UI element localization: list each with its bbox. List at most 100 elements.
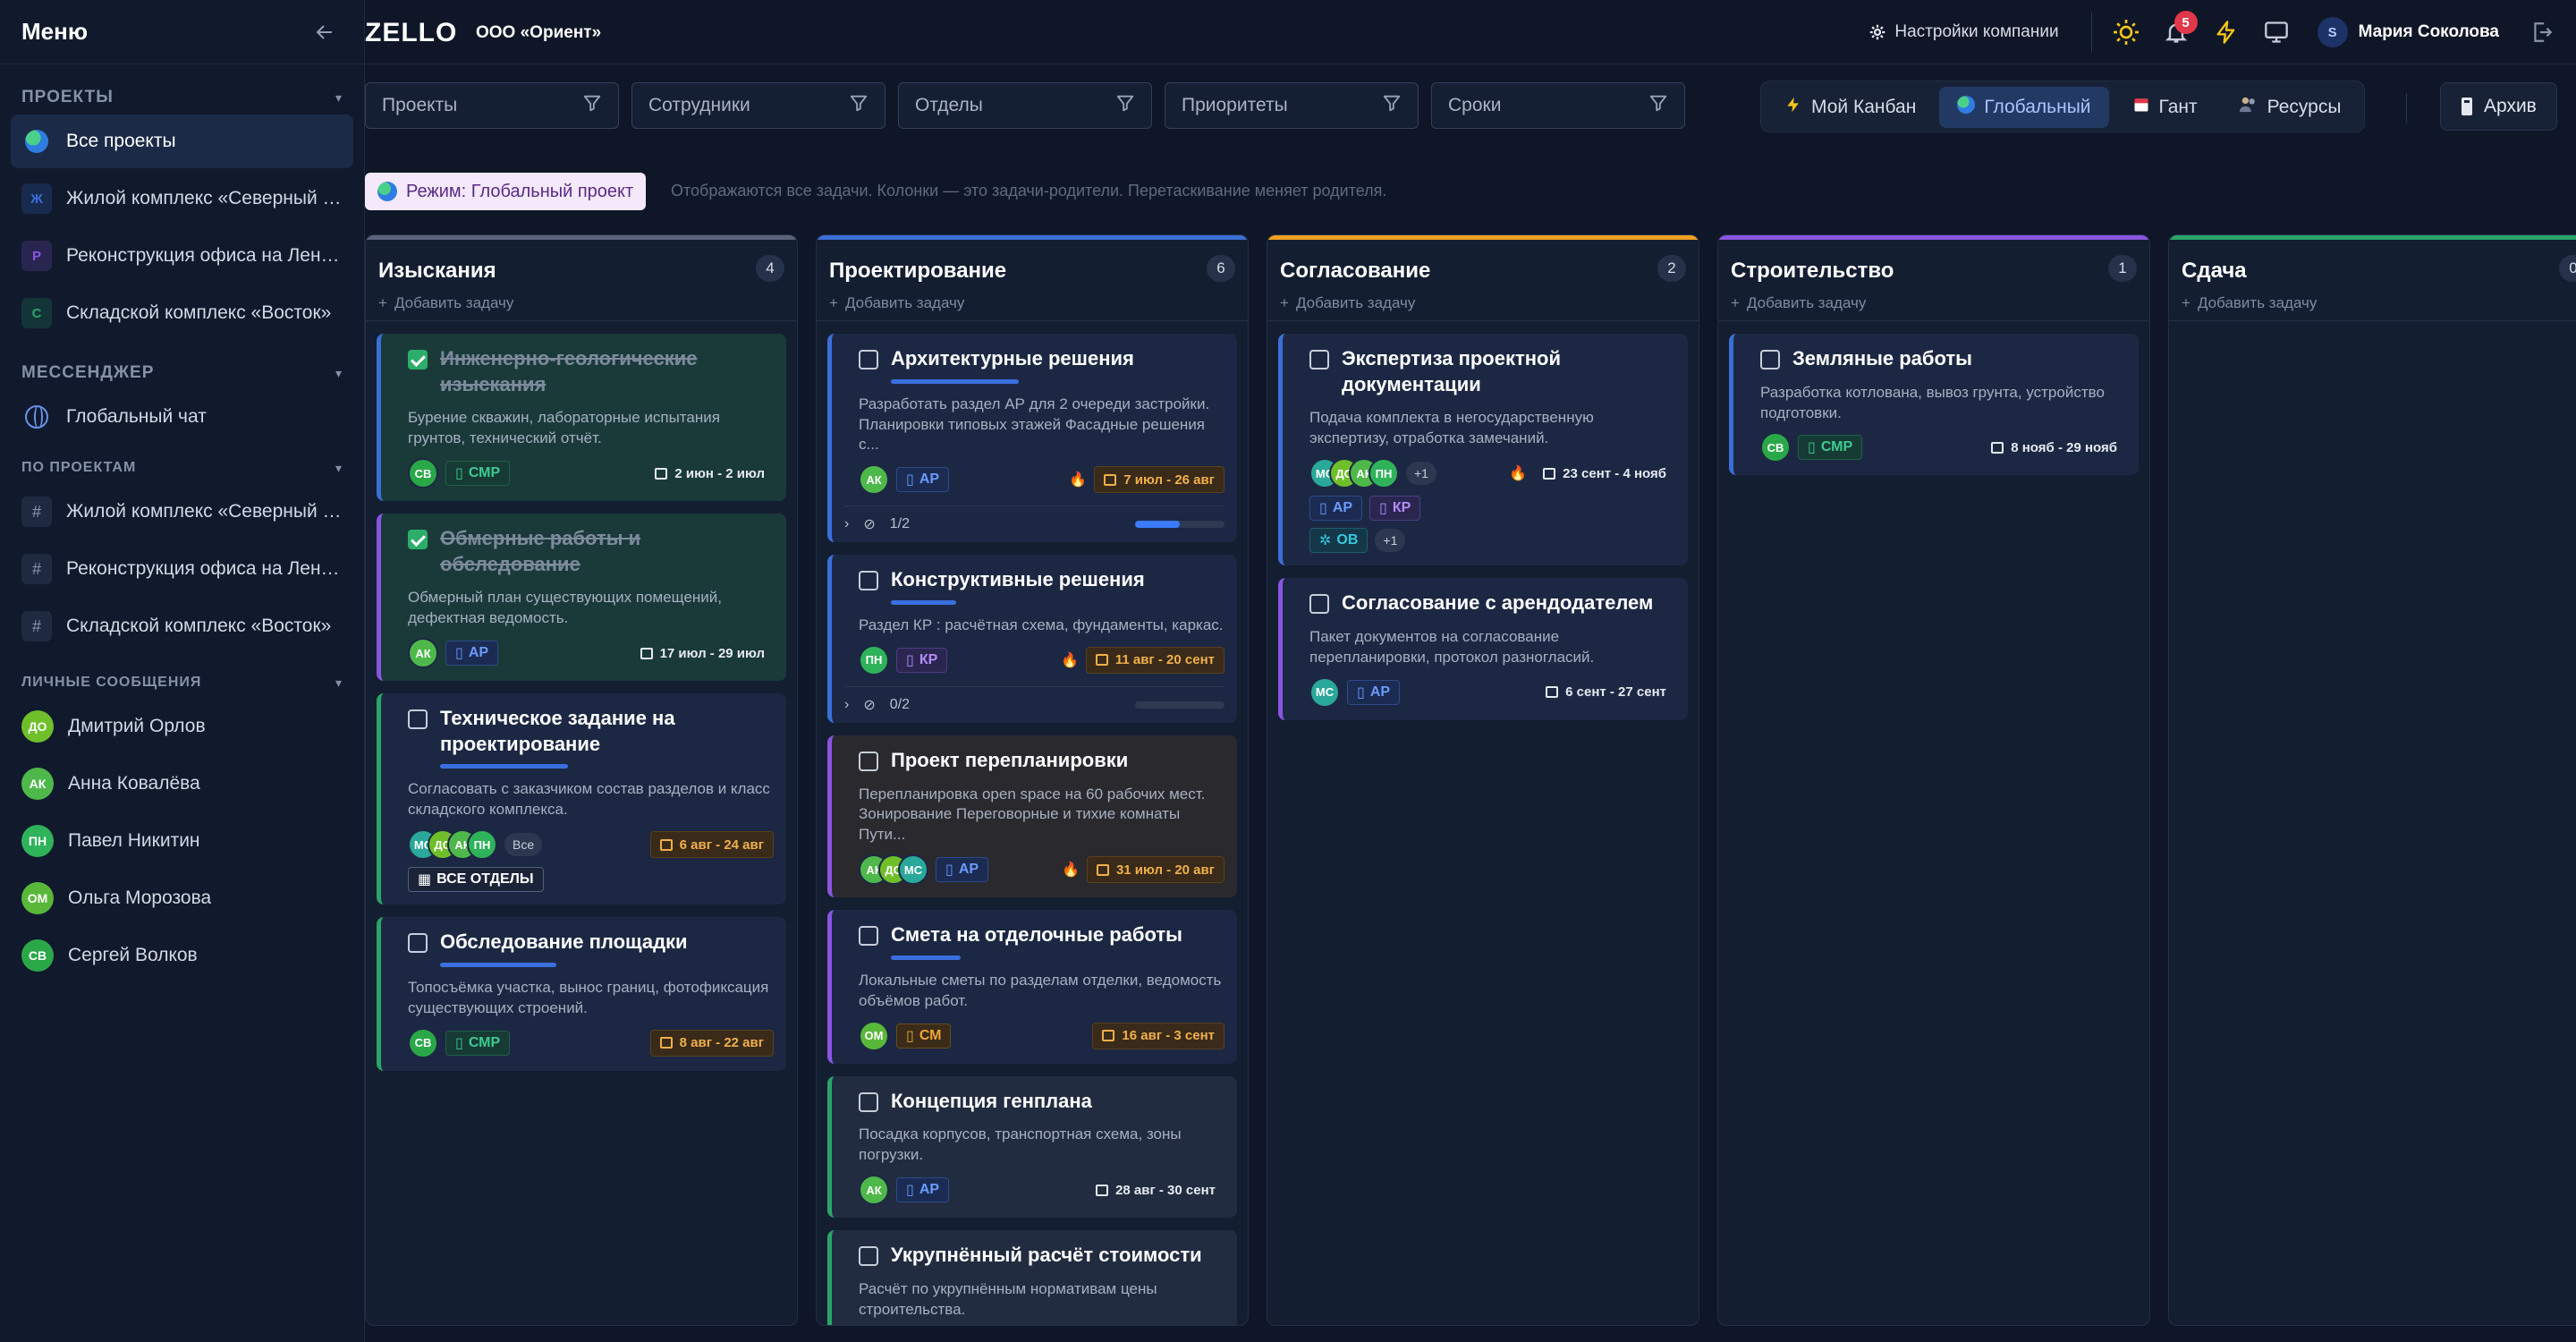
add-task-button[interactable]: + Добавить задачу [829, 294, 1235, 312]
avatar: ДО [21, 710, 54, 743]
task-checkbox[interactable] [1309, 594, 1329, 615]
sidebar-item-global-chat[interactable]: Глобальный чат [11, 390, 353, 444]
due-date-label: 28 авг - 30 сент [1115, 1182, 1216, 1198]
plus-icon: + [1731, 294, 1740, 311]
task-card[interactable]: Смета на отделочные работы Локальные смет… [827, 910, 1237, 1064]
filter-dropdown[interactable]: Приоритеты [1165, 82, 1419, 129]
notifications-button[interactable]: 5 [2151, 7, 2201, 57]
task-card[interactable]: Концепция генплана Посадка корпусов, тран… [827, 1075, 1237, 1219]
task-checkbox[interactable] [859, 1246, 878, 1267]
subtasks-row[interactable]: › ⊘ 1/2 [844, 505, 1224, 533]
task-card[interactable]: Инженерно-геологические изыскания Бурение… [377, 334, 786, 502]
user-menu[interactable]: S Мария Соколова [2317, 17, 2499, 47]
task-checkbox[interactable] [859, 751, 878, 771]
task-card[interactable]: Конструктивные решения Раздел КР : расчёт… [827, 555, 1237, 723]
app-logo[interactable]: ZELLO [365, 18, 457, 48]
fire-icon: 🔥 [1509, 466, 1528, 482]
collapse-sidebar-icon[interactable] [310, 18, 339, 47]
column-header: Проектирование 6 + Добавить задачу [817, 235, 1248, 321]
filter-dropdown[interactable]: Проекты [365, 82, 619, 129]
task-checkbox[interactable] [408, 350, 428, 369]
sidebar-item-project-chat[interactable]: # Складской комплекс «Восток» [11, 599, 353, 653]
task-checkbox[interactable] [408, 530, 428, 550]
sidebar-item-project[interactable]: С Складской комплекс «Восток» [11, 286, 353, 340]
sidebar-item-dm[interactable]: АК Анна Ковалёва [11, 757, 353, 811]
building-icon: ▯ [455, 1035, 463, 1051]
task-description: Топосъёмка участка, вынос границ, фотофи… [408, 978, 769, 1016]
task-meta-left: МС ДО АК ПН +1 [1309, 458, 1436, 489]
add-task-label: Добавить задачу [844, 294, 965, 311]
gear-icon: ✲ [1319, 533, 1332, 549]
filter-dropdown[interactable]: Сотрудники [631, 82, 886, 129]
task-card[interactable]: Проект перепланировки Перепланировка open… [827, 735, 1237, 898]
view-tab[interactable]: Гант [2114, 87, 2216, 128]
task-card[interactable]: Экспертиза проектной документации Подача … [1278, 334, 1688, 566]
add-task-button[interactable]: + Добавить задачу [1731, 294, 2137, 312]
card-header: Конструктивные решения [859, 567, 1224, 593]
task-checkbox[interactable] [408, 709, 428, 730]
gear-icon [1870, 24, 1885, 40]
kanban-column: Согласование 2 + Добавить задачу Экспертиза … [1267, 234, 1699, 1326]
task-checkbox[interactable] [408, 933, 428, 954]
task-description: Пакет документов на согласование перепла… [1309, 627, 1595, 666]
task-meta-right: 8 нояб - 29 нояб [1982, 434, 2126, 461]
sidebar-item-project[interactable]: Ж Жилой комплекс «Северный парк» [11, 172, 353, 225]
sidebar-item-label: Дмитрий Орлов [68, 716, 206, 736]
view-tab[interactable]: Ресурсы [2221, 87, 2360, 128]
projects-section-header[interactable]: ПРОЕКТЫ ▾ [0, 84, 364, 111]
sidebar-item-project-chat[interactable]: # Жилой комплекс «Северный парк» [11, 485, 353, 539]
theme-toggle-button[interactable] [2101, 7, 2151, 57]
department-tag: ▯ АР [445, 641, 499, 667]
task-card[interactable]: Техническое задание на проектирование Сог… [377, 693, 786, 905]
task-card[interactable]: Укрупнённый расчёт стоимости Расчёт по ук… [827, 1230, 1237, 1325]
department-tag-label: АР [919, 1182, 940, 1198]
task-card[interactable]: Согласование с арендодателем Пакет докуме… [1278, 578, 1688, 720]
dm-section-header[interactable]: ЛИЧНЫЕ СООБЩЕНИЯ ▾ [0, 669, 364, 696]
by-projects-section-header[interactable]: ПО ПРОЕКТАМ ▾ [0, 454, 364, 481]
view-tab[interactable]: Глобальный [1939, 87, 2109, 128]
sidebar-item-all-projects[interactable]: Все проекты [11, 115, 353, 168]
task-card[interactable]: Обследование площадки Топосъёмка участка,… [377, 917, 786, 1071]
add-task-button[interactable]: + Добавить задачу [378, 294, 784, 312]
quick-actions-button[interactable] [2201, 7, 2251, 57]
view-tab[interactable]: Мой Канбан [1767, 87, 1934, 128]
sidebar-item-dm[interactable]: СВ Сергей Волков [11, 929, 353, 982]
task-checkbox[interactable] [859, 350, 878, 369]
company-name[interactable]: ООО «Ориент» [476, 23, 601, 43]
filter-dropdown[interactable]: Сроки [1431, 82, 1685, 129]
task-meta-left: АК ДО МС ▯ АР [859, 854, 989, 886]
logout-button[interactable] [2517, 7, 2567, 57]
globe-icon [25, 130, 48, 153]
add-task-button[interactable]: + Добавить задачу [2182, 294, 2576, 312]
task-checkbox[interactable] [1760, 350, 1780, 369]
task-title: Обследование площадки [440, 930, 688, 954]
department-tag-label: АР [1369, 684, 1391, 700]
task-card[interactable]: Земляные работы Разработка котлована, выв… [1729, 334, 2139, 476]
sidebar-item-dm[interactable]: ДО Дмитрий Орлов [11, 700, 353, 753]
department-tag: ▯ АР [896, 1177, 950, 1203]
sidebar-item-project[interactable]: Р Реконструкция офиса на Ленинском [11, 229, 353, 283]
assignees: СВ [408, 458, 438, 489]
sun-icon [2113, 20, 2139, 45]
sidebar-item-project-chat[interactable]: # Реконструкция офиса на Ленинском [11, 542, 353, 596]
due-date-badge: 7 июл - 26 авг [1094, 466, 1224, 494]
company-settings-button[interactable]: Настройки компании [1869, 22, 2059, 42]
add-task-button[interactable]: + Добавить задачу [1280, 294, 1686, 312]
task-checkbox[interactable] [859, 1091, 878, 1112]
due-date-badge: 8 авг - 22 авг [649, 1029, 774, 1057]
department-tag-label: АР [919, 471, 940, 488]
task-checkbox[interactable] [859, 571, 878, 591]
sidebar-item-dm[interactable]: ОМ Ольга Морозова [11, 871, 353, 925]
task-card[interactable]: Архитектурные решения Разработать раздел … [827, 334, 1237, 543]
subtasks-row[interactable]: › ⊘ 0/2 [844, 685, 1224, 714]
archive-button[interactable]: Архив [2440, 82, 2557, 131]
messenger-section-header[interactable]: МЕССЕНДЖЕР ▾ [0, 360, 364, 386]
filter-dropdown[interactable]: Отделы [898, 82, 1152, 129]
card-header: Экспертиза проектной документации [1309, 346, 1675, 397]
task-checkbox[interactable] [1309, 350, 1329, 369]
task-checkbox[interactable] [859, 926, 878, 947]
sidebar-item-dm[interactable]: ПН Павел Никитин [11, 814, 353, 868]
card-header: Земляные работы [1760, 346, 2126, 372]
task-card[interactable]: Обмерные работы и обследование Обмерный п… [377, 514, 786, 682]
screen-button[interactable] [2251, 7, 2301, 57]
